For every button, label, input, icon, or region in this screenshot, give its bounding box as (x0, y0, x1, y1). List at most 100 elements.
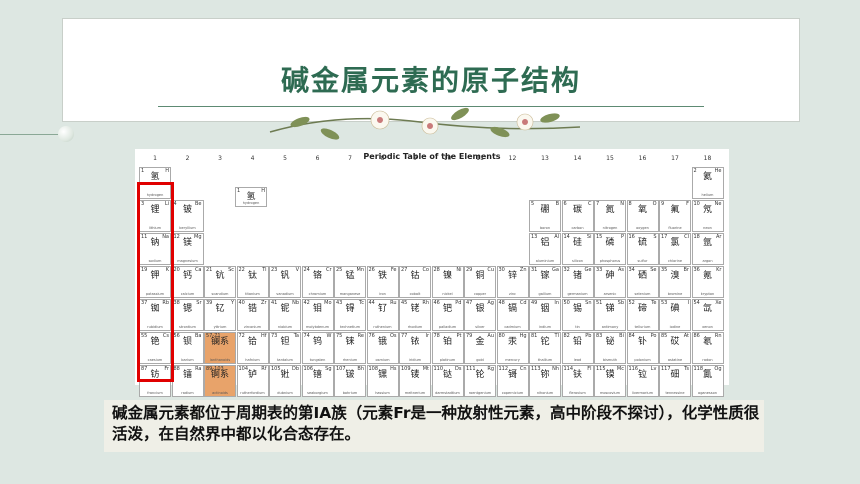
element-cell-rutherfordium: 104 Rf 𬬻 rutherfordium (236, 365, 269, 397)
element-cell-livermorium: 116 Lv 𫟷 livermorium (626, 365, 659, 397)
element-cell-polonium: 84 Po 钋 polonium (626, 332, 659, 364)
element-cell-lead: 82 Pb 铅 lead (561, 332, 594, 364)
element-cell-boron: 5 B 硼 boron (529, 200, 561, 232)
element-cell-molybdenum: 42 Mo 钼 molybdenum (301, 299, 334, 331)
element-cell-osmium: 76 Os 锇 osmium (366, 332, 399, 364)
element-cell-antimony: 51 Sb 锑 antimony (594, 299, 626, 331)
element-cell-palladium: 46 Pd 钯 palladium (431, 299, 464, 331)
element-cell-xenon: 54 Xe 氙 xenon (691, 299, 724, 331)
element-cell-copper: 29 Cu 铜 copper (464, 266, 496, 298)
element-cell-mercury: 80 Hg 汞 mercury (496, 332, 529, 364)
group-label: 8 (380, 155, 385, 162)
element-cell-astatine: 85 At 砹 astatine (659, 332, 691, 364)
group-label: 15 (606, 155, 614, 162)
element-cell-yttrium: 39 Y 钇 yttrium (204, 299, 236, 331)
element-cell-silicon: 14 Si 硅 silicon (561, 233, 594, 265)
element-cell-chlorine: 17 Cl 氯 chlorine (659, 233, 691, 265)
element-cell-silver: 47 Ag 银 silver (464, 299, 496, 331)
group-label: 7 (348, 155, 352, 162)
group-label: 2 (185, 155, 190, 162)
element-cell-iridium: 77 Ir 铱 iridium (399, 332, 431, 364)
element-cell-magnesium: 12 Mg 镁 magnesium (171, 233, 204, 265)
group-label: 16 (638, 155, 647, 162)
group-label: 1 (153, 155, 157, 162)
element-cell-phosphorus: 15 P 磷 phosphorus (594, 233, 626, 265)
element-cell-radium: 88 Ra 镭 radium (171, 365, 204, 397)
element-cell-gold: 79 Au 金 gold (464, 332, 496, 364)
group-label: 3 (218, 155, 222, 162)
element-cell-manganese: 25 Mn 锰 manganese (334, 266, 366, 298)
element-cell-iron: 26 Fe 铁 iron (366, 266, 399, 298)
element-cell-barium: 56 Ba 钡 barium (171, 332, 204, 364)
element-cell-meitnerium: 109 Mt 鿏 meitnerium (399, 365, 431, 397)
group-label: 6 (315, 155, 320, 162)
element-cell-tennessine: 117 Ts 鿬 tennessine (659, 365, 691, 397)
element-cell-iodine: 53 I 碘 iodine (659, 299, 691, 331)
element-cell-rhenium: 75 Re 铼 rhenium (334, 332, 366, 364)
element-cell-actinoids: 89-103 锕系 actinoids (204, 365, 236, 397)
element-cell-tungsten: 74 W 钨 tungsten (301, 332, 334, 364)
element-cell-neon: 10 Ne 氖 neon (691, 200, 724, 232)
element-cell-platinum: 78 Pt 铂 platinum (431, 332, 464, 364)
legend-key: 1 H 氢 hydrogen (235, 187, 325, 219)
element-cell-beryllium: 4 Be 铍 beryllium (171, 200, 204, 232)
element-cell-tin: 50 Sn 锡 tin (561, 299, 594, 331)
element-cell-chromium: 24 Cr 铬 chromium (301, 266, 334, 298)
element-cell-helium: 2 He 氦 helium (691, 167, 724, 199)
group-label: 18 (703, 155, 712, 162)
group-label: 14 (573, 155, 582, 162)
element-cell-arsenic: 33 As 砷 arsenic (594, 266, 626, 298)
element-cell-bismuth: 83 Bi 铋 bismuth (594, 332, 626, 364)
group-label: 11 (476, 155, 484, 162)
element-cell-sulfur: 16 S 硫 sulfur (626, 233, 659, 265)
element-cell-tantalum: 73 Ta 钽 tantalum (269, 332, 301, 364)
element-cell-germanium: 32 Ge 锗 germanium (561, 266, 594, 298)
element-cell-cadmium: 48 Cd 镉 cadmium (496, 299, 529, 331)
element-cell-thallium: 81 Tl 铊 thallium (529, 332, 561, 364)
element-cell-hafnium: 72 Hf 铪 hafnium (236, 332, 269, 364)
alkali-metals-highlight-box (137, 182, 174, 382)
element-cell-zinc: 30 Zn 锌 zinc (496, 266, 529, 298)
decorative-line (0, 134, 60, 135)
element-cell-nickel: 28 Ni 镍 nickel (431, 266, 464, 298)
element-cell-darmstadtium: 110 Ds 𫟼 darmstadtium (431, 365, 464, 397)
group-label: 10 (443, 155, 452, 162)
group-label: 9 (413, 155, 417, 162)
element-cell-scandium: 21 Sc 钪 scandium (204, 266, 236, 298)
caption-text: 碱金属元素都位于周期表的第ⅠA族（元素Fr是一种放射性元素，高中阶段不探讨），化… (112, 404, 760, 443)
element-cell-flerovium: 114 Fl 𫓧 flerovium (561, 365, 594, 397)
element-cell-lanthanoids: 57-71 镧系 lanthanoids (204, 332, 236, 364)
element-cell-krypton: 36 Kr 氪 krypton (691, 266, 724, 298)
element-cell-aluminium: 13 Al 铝 aluminium (529, 233, 561, 265)
element-cell-tellurium: 52 Te 碲 tellurium (626, 299, 659, 331)
element-cell-dubnium: 105 Db 𬭊 dubnium (269, 365, 301, 397)
flower-branch-decoration (269, 107, 581, 140)
element-cell-fluorine: 9 F 氟 fluorine (659, 200, 691, 232)
element-cell-cobalt: 27 Co 钴 cobalt (399, 266, 431, 298)
element-cell-moscovium: 115 Mc 镆 moscovium (594, 365, 626, 397)
element-cell-nitrogen: 7 N 氮 nitrogen (594, 200, 626, 232)
element-cell-calcium: 20 Ca 钙 calcium (171, 266, 204, 298)
element-cell-bohrium: 107 Bh 𬭛 bohrium (334, 365, 366, 397)
pearl-bead-decoration (58, 126, 74, 142)
element-cell-technetium: 43 Tc 锝 technetium (334, 299, 366, 331)
element-cell-rhodium: 45 Rh 铑 rhodium (399, 299, 431, 331)
element-cell-vanadium: 23 V 钒 vanadium (269, 266, 301, 298)
element-cell-niobium: 41 Nb 铌 niobium (269, 299, 301, 331)
element-cell-selenium: 34 Se 硒 selenium (626, 266, 659, 298)
group-label: 17 (671, 155, 679, 162)
group-label: 13 (541, 155, 549, 162)
element-cell-oganesson: 118 Og 鿫 oganesson (691, 365, 724, 397)
element-cell-roentgenium: 111 Rg 𬬭 roentgenium (464, 365, 496, 397)
element-cell-argon: 18 Ar 氩 argon (691, 233, 724, 265)
element-cell-seaborgium: 106 Sg 𬭳 seaborgium (301, 365, 334, 397)
element-cell-gallium: 31 Ga 镓 gallium (529, 266, 561, 298)
element-cell-indium: 49 In 铟 indium (529, 299, 561, 331)
element-cell-copernicium: 112 Cn 鿔 copernicium (496, 365, 529, 397)
element-cell-hassium: 108 Hs 𬭶 hassium (366, 365, 399, 397)
periodic-table-image: Periodic Table of the Elements 123456789… (135, 149, 729, 397)
element-cell-radon: 86 Rn 氡 radon (691, 332, 724, 364)
group-label: 4 (250, 155, 255, 162)
element-cell-oxygen: 8 O 氧 oxygen (626, 200, 659, 232)
caption-panel: 碱金属元素都位于周期表的第ⅠA族（元素Fr是一种放射性元素，高中阶段不探讨），化… (104, 400, 764, 452)
